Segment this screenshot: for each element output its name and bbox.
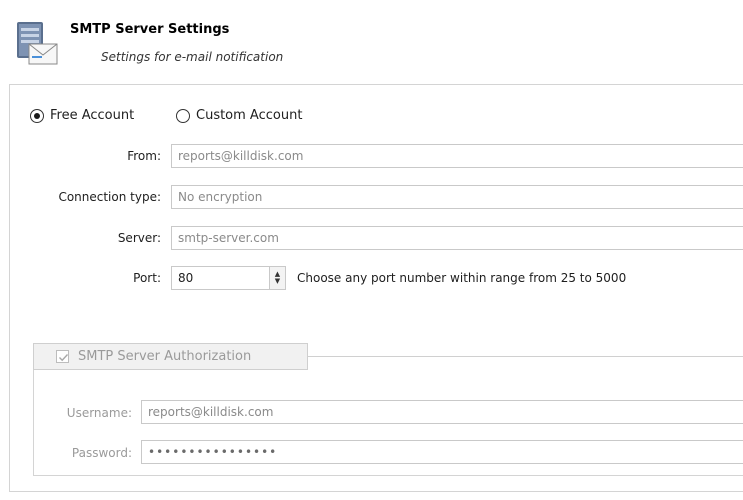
port-hint: Choose any port number within range from…: [297, 271, 627, 285]
password-label: Password:: [71, 446, 132, 460]
port-spin-buttons[interactable]: ▲ ▼: [269, 267, 285, 289]
auth-group-label: SMTP Server Authorization: [78, 349, 252, 364]
server-field[interactable]: smtp-server.com: [171, 226, 743, 250]
free-account-label: Free Account: [50, 108, 135, 123]
free-account-radio[interactable]: Free Account: [30, 108, 134, 123]
page-subtitle: Settings for e-mail notification: [101, 50, 284, 64]
auth-group-header[interactable]: SMTP Server Authorization: [33, 343, 308, 370]
radio-selected-indicator: [30, 108, 44, 123]
auth-checkbox[interactable]: [56, 350, 69, 363]
port-value: 80: [178, 271, 194, 285]
spin-down-icon[interactable]: ▼: [275, 278, 280, 285]
from-field[interactable]: reports@killdisk.com: [171, 144, 743, 168]
check-icon: [59, 354, 69, 362]
page-header: SMTP Server Settings Settings for e-mail…: [0, 0, 743, 84]
custom-account-label: Custom Account: [196, 108, 303, 123]
group-divider: [308, 356, 743, 357]
connection-type-label: Connection type:: [58, 190, 161, 204]
password-field[interactable]: ••••••••••••••••: [141, 440, 743, 464]
radio-unselected-indicator: [176, 108, 190, 123]
custom-account-radio[interactable]: Custom Account: [176, 108, 302, 123]
username-field[interactable]: reports@killdisk.com: [141, 400, 743, 424]
connection-type-select[interactable]: No encryption: [171, 185, 743, 209]
server-label: Server:: [117, 231, 161, 245]
from-label: From:: [127, 149, 161, 163]
page-title: SMTP Server Settings: [70, 22, 230, 37]
username-label: Username:: [66, 406, 132, 420]
port-label: Port:: [133, 271, 161, 285]
server-mail-icon: [11, 18, 61, 68]
port-stepper[interactable]: 80 ▲ ▼: [171, 266, 286, 290]
